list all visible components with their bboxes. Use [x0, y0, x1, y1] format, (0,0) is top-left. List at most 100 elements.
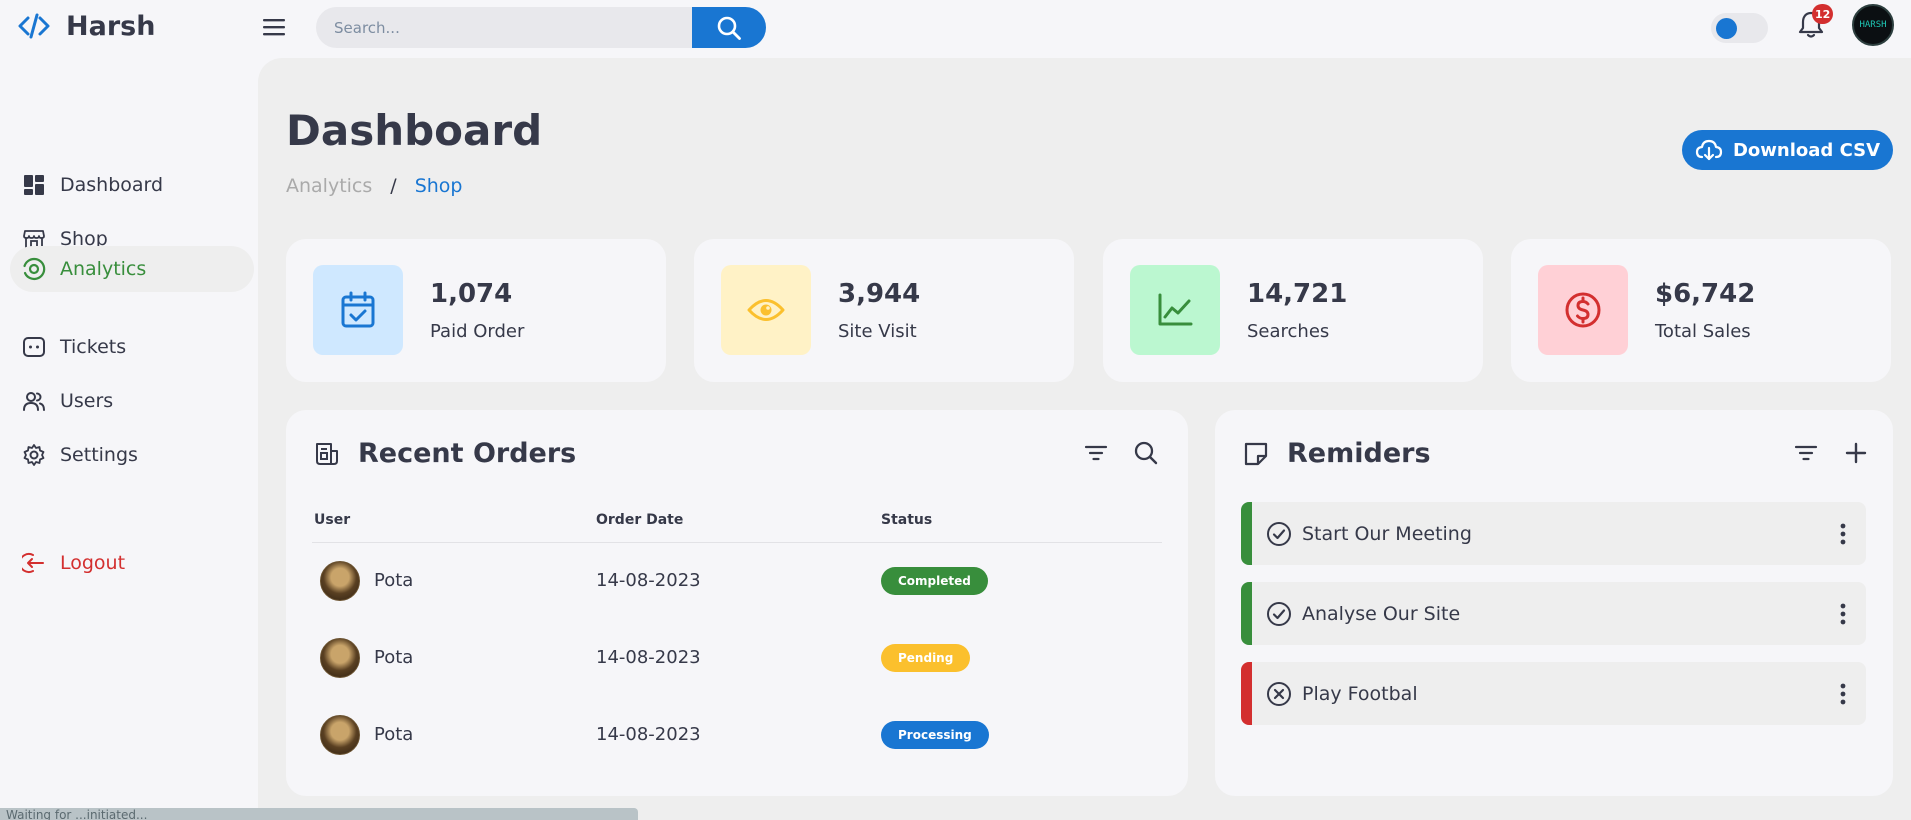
filter-button[interactable] — [1793, 440, 1819, 466]
check-circle-icon — [1266, 601, 1292, 627]
more-vert-icon[interactable] — [1838, 681, 1848, 707]
stat-value: 14,721 — [1247, 279, 1348, 309]
user-name: Pota — [374, 647, 414, 668]
table-row[interactable]: Pota 14-08-2023 Processing — [312, 696, 1162, 773]
users-icon — [22, 389, 46, 413]
theme-toggle[interactable] — [1711, 13, 1768, 43]
reminder-item[interactable]: Analyse Our Site — [1241, 582, 1866, 645]
breadcrumb-separator: / — [390, 175, 397, 197]
status-badge: Pending — [881, 643, 971, 672]
reminder-status-stripe — [1241, 502, 1252, 565]
filter-button[interactable] — [1083, 440, 1109, 466]
reminders-header: Remiders — [1243, 438, 1431, 469]
column-header-status: Status — [879, 498, 1162, 543]
sidebar-item-dashboard[interactable]: Dashboard — [10, 162, 254, 208]
table-row[interactable]: Pota 14-08-2023 Pending — [312, 619, 1162, 696]
recent-orders-header: Recent Orders — [314, 438, 576, 469]
recent-orders-card: Recent Orders User Order Date Status Pot… — [286, 410, 1188, 796]
notification-button[interactable]: 12 — [1797, 4, 1834, 42]
reminders-title: Remiders — [1287, 438, 1431, 469]
filter-icon — [1794, 445, 1818, 461]
breadcrumb-shop[interactable]: Shop — [415, 175, 463, 197]
order-date: 14-08-2023 — [596, 724, 701, 745]
user-name: Pota — [374, 724, 414, 745]
line-chart-icon — [1130, 265, 1220, 355]
breadcrumb-analytics[interactable]: Analytics — [286, 175, 372, 197]
receipt-icon — [316, 442, 338, 465]
check-circle-icon — [1266, 521, 1292, 547]
recent-orders-title: Recent Orders — [358, 438, 577, 469]
stat-value: 3,944 — [838, 279, 921, 309]
breadcrumb: Analytics / Shop — [286, 175, 462, 197]
stat-label: Paid Order — [430, 321, 525, 342]
sidebar-item-analytics[interactable]: Analytics — [10, 246, 254, 292]
sidebar-item-settings[interactable]: Settings — [10, 432, 254, 478]
table-header-row: User Order Date Status — [312, 498, 1162, 543]
stat-card-site-visit: 3,944 Site Visit — [694, 239, 1074, 382]
cloud-download-icon — [1695, 139, 1723, 161]
status-text: Waiting for ...initiated... — [6, 808, 148, 820]
eye-icon — [721, 265, 811, 355]
stat-label: Site Visit — [838, 321, 917, 342]
cancel-circle-icon — [1266, 681, 1292, 707]
avatar — [320, 637, 360, 678]
reminder-item[interactable]: Play Footbal — [1241, 662, 1866, 725]
analytics-icon — [22, 257, 46, 281]
sidebar-item-label: Analytics — [60, 258, 147, 280]
sidebar-item-label: Settings — [60, 444, 138, 466]
reminders-actions — [1793, 440, 1869, 466]
ticket-icon — [22, 335, 46, 359]
top-bar: Harsh 12 HARSH — [0, 0, 1911, 56]
avatar — [320, 560, 360, 601]
status-badge: Processing — [881, 720, 989, 749]
browser-status-bar: Waiting for ...initiated... — [0, 808, 638, 820]
logout-button[interactable]: Logout — [10, 540, 254, 586]
search-button[interactable] — [692, 7, 766, 48]
note-icon — [1244, 442, 1268, 465]
stat-card-total-sales: $6,742 Total Sales — [1511, 239, 1891, 382]
download-csv-button[interactable]: Download CSV — [1682, 130, 1893, 170]
search-icon — [717, 16, 741, 40]
reminder-text: Start Our Meeting — [1302, 522, 1472, 545]
reminder-text: Play Footbal — [1302, 682, 1418, 705]
sidebar: Dashboard Shop Analytics Tickets Users S… — [0, 56, 258, 820]
stat-label: Searches — [1247, 321, 1330, 342]
stat-value: 1,074 — [430, 279, 513, 309]
code-icon — [16, 10, 52, 42]
page-title: Dashboard — [286, 106, 543, 155]
sidebar-item-label: Users — [60, 390, 114, 412]
reminder-status-stripe — [1241, 582, 1252, 645]
menu-toggle-button[interactable] — [258, 13, 290, 41]
orders-search-button[interactable] — [1133, 440, 1159, 466]
sidebar-item-label: Tickets — [60, 336, 127, 358]
profile-avatar[interactable]: HARSH — [1852, 4, 1894, 46]
avatar — [320, 714, 360, 755]
dollar-circle-icon — [1538, 265, 1628, 355]
profile-label: HARSH — [1859, 20, 1887, 30]
main-content: Dashboard Analytics / Shop Download CSV … — [258, 58, 1911, 820]
orders-table: User Order Date Status Pota 14-08-2023 C… — [312, 498, 1162, 773]
column-header-user: User — [312, 498, 594, 543]
gear-icon — [22, 443, 46, 467]
order-date: 14-08-2023 — [596, 647, 701, 668]
status-badge: Completed — [881, 566, 988, 595]
recent-orders-actions — [1083, 440, 1159, 466]
user-name: Pota — [374, 570, 414, 592]
search-form — [316, 7, 766, 48]
add-reminder-button[interactable] — [1843, 440, 1869, 466]
sidebar-item-users[interactable]: Users — [10, 378, 254, 424]
toggle-knob — [1716, 18, 1737, 39]
more-vert-icon[interactable] — [1838, 601, 1848, 627]
search-input[interactable] — [316, 7, 692, 48]
stat-value: $6,742 — [1655, 279, 1756, 309]
search-icon — [1134, 441, 1158, 465]
reminder-item[interactable]: Start Our Meeting — [1241, 502, 1866, 565]
reminders-card: Remiders Start Our Meeting Analyse Our S… — [1215, 410, 1893, 796]
more-vert-icon[interactable] — [1838, 521, 1848, 547]
logo[interactable]: Harsh — [16, 10, 155, 42]
reminder-status-stripe — [1241, 662, 1252, 725]
calendar-check-icon — [313, 265, 403, 355]
sidebar-item-label: Dashboard — [60, 174, 164, 196]
sidebar-item-tickets[interactable]: Tickets — [10, 324, 254, 370]
table-row[interactable]: Pota 14-08-2023 Completed — [312, 542, 1162, 619]
